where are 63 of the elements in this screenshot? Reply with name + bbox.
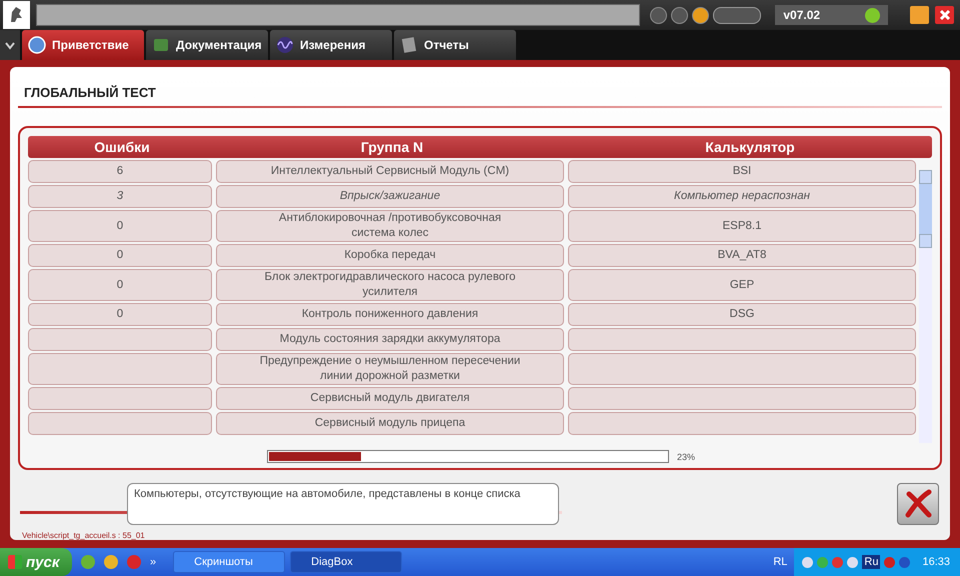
start-button[interactable]: пуск bbox=[0, 548, 72, 576]
document-icon bbox=[400, 36, 418, 54]
tab[interactable]: Приветствие bbox=[22, 30, 144, 60]
volume-slider-icon[interactable] bbox=[713, 6, 762, 24]
tab[interactable]: Документация bbox=[146, 30, 268, 60]
table-cell: Антиблокировочная /противобуксовочная система колес bbox=[216, 210, 564, 242]
language-indicator[interactable]: Ru bbox=[862, 555, 880, 569]
book-icon bbox=[152, 36, 170, 54]
table-cell: Модуль состояния зарядки аккумулятора bbox=[216, 328, 564, 351]
tray-icon[interactable] bbox=[802, 556, 814, 568]
scroll-down-icon[interactable] bbox=[919, 234, 932, 248]
keyboard-layout[interactable]: RL bbox=[773, 556, 788, 568]
table-cell: ESP8.1 bbox=[568, 210, 916, 242]
status-icon bbox=[865, 8, 880, 22]
column-header: Ошибки bbox=[93, 139, 151, 155]
progress-reading: 23% bbox=[677, 452, 696, 462]
tray-icon[interactable] bbox=[884, 556, 896, 568]
table-cell: BVA_AT8 bbox=[568, 244, 916, 267]
collapse-button[interactable] bbox=[0, 30, 20, 60]
taskbar-button[interactable]: DiagBox bbox=[290, 551, 402, 573]
globe-icon bbox=[28, 36, 46, 54]
table-cell: Интеллектуальный Сервисный Модуль (CM) bbox=[216, 160, 564, 183]
close-button[interactable] bbox=[897, 483, 939, 525]
close-icon bbox=[938, 9, 951, 21]
table-cell: Сервисный модуль прицепа bbox=[216, 412, 564, 435]
more-icon[interactable]: » bbox=[150, 556, 156, 568]
table-cell: 0 bbox=[28, 269, 212, 301]
table-cell: 0 bbox=[28, 244, 212, 267]
tray-icon[interactable] bbox=[899, 556, 910, 568]
table-cell: 0 bbox=[28, 210, 212, 242]
version-label: v07.02 bbox=[783, 8, 820, 22]
tray-icon[interactable] bbox=[832, 556, 844, 568]
table-cell: Впрыск/зажигание bbox=[216, 185, 564, 208]
tray-icon[interactable] bbox=[847, 556, 858, 568]
page-title: ГЛОБАЛЬНЫЙ ТЕСТ bbox=[24, 85, 157, 100]
wave-icon bbox=[276, 36, 294, 54]
scroll-up-icon[interactable] bbox=[919, 170, 932, 184]
scrollbar[interactable] bbox=[919, 170, 932, 443]
table-cell: Компьютер нераспознан bbox=[568, 185, 916, 208]
close-icon bbox=[903, 489, 933, 519]
table-cell: Предупреждение о неумышленном пересечении линии дорожной разметки bbox=[216, 353, 564, 385]
clock: 16:33 bbox=[922, 556, 950, 568]
table-cell: 0 bbox=[28, 303, 212, 326]
table-cell: Блок электрогидравлического насоса рулевого усилителя bbox=[216, 269, 564, 301]
taskbar-button[interactable]: Скриншоты bbox=[173, 551, 286, 573]
chevron-down-icon bbox=[5, 42, 15, 50]
table-cell: DSG bbox=[568, 303, 916, 326]
table-cell: Сервисный модуль двигателя bbox=[216, 387, 564, 410]
tab[interactable]: Отчеты bbox=[394, 30, 516, 60]
message-box: Компьютеры, отсутствующие на автомобиле, представлены в конце списка bbox=[127, 483, 559, 525]
table-cell: BSI bbox=[568, 160, 916, 183]
table-cell: Коробка передач bbox=[216, 244, 564, 267]
close-button[interactable] bbox=[935, 6, 954, 24]
column-header: Калькулятор bbox=[704, 139, 796, 155]
minimize-button[interactable] bbox=[910, 6, 930, 24]
script-path: Vehicle\script_tg_accueil.s : 55_01 bbox=[22, 531, 146, 540]
tab[interactable]: Измерения bbox=[270, 30, 392, 60]
table-cell: 6 bbox=[28, 160, 212, 183]
table-cell: 3 bbox=[28, 185, 212, 208]
table-cell: Контроль пониженного давления bbox=[216, 303, 564, 326]
column-header: Группа N bbox=[360, 139, 424, 155]
table-cell: GEP bbox=[568, 269, 916, 301]
scroll-thumb[interactable] bbox=[919, 184, 932, 234]
